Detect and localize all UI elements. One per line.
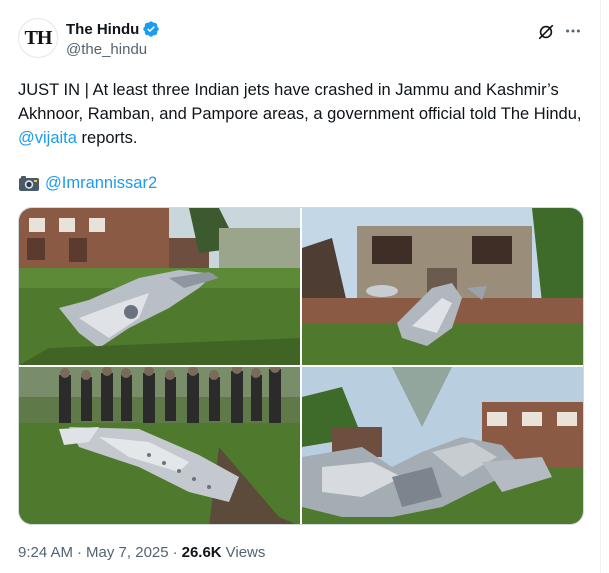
grok-icon[interactable] — [536, 22, 556, 42]
credit-handle-link[interactable]: @Imrannissar2 — [45, 171, 157, 195]
media-grid — [18, 207, 584, 525]
views-label: Views — [225, 544, 266, 561]
name-row: The Hindu — [66, 20, 160, 38]
wreckage-photo-2[interactable] — [302, 208, 583, 365]
wreckage-photo-3[interactable] — [19, 367, 300, 524]
avatar-text: TH — [24, 26, 53, 49]
photo-credit: @Imrannissar2 — [18, 171, 157, 195]
display-name[interactable]: The Hindu — [66, 21, 139, 38]
meta-separator-2: · — [172, 544, 178, 561]
post-date[interactable]: May 7, 2025 — [86, 544, 169, 561]
post-text-main: JUST IN | At least three Indian jets hav… — [18, 81, 582, 123]
wreckage-photo-1[interactable] — [19, 208, 300, 365]
author-handle[interactable]: @the_hindu — [66, 41, 147, 58]
post-header: TH The Hindu @the_hindu — [18, 16, 584, 64]
views-count: 26.6K — [181, 544, 222, 561]
post-card: TH The Hindu @the_hindu JUST IN | At lea… — [0, 0, 601, 573]
post-text-end: reports. — [76, 129, 138, 147]
post-meta: 9:24 AM · May 7, 2025 · 26.6K Views — [18, 544, 265, 561]
more-options-icon[interactable] — [562, 20, 584, 42]
verified-badge-icon — [143, 21, 160, 37]
wreckage-photo-4[interactable] — [302, 367, 583, 524]
camera-icon — [19, 176, 39, 191]
post-time[interactable]: 9:24 AM — [18, 544, 73, 561]
avatar[interactable]: TH — [18, 18, 58, 58]
mention-link[interactable]: @vijaita — [18, 129, 77, 147]
post-text: JUST IN | At least three Indian jets hav… — [18, 78, 588, 150]
meta-separator-1: · — [77, 544, 83, 561]
